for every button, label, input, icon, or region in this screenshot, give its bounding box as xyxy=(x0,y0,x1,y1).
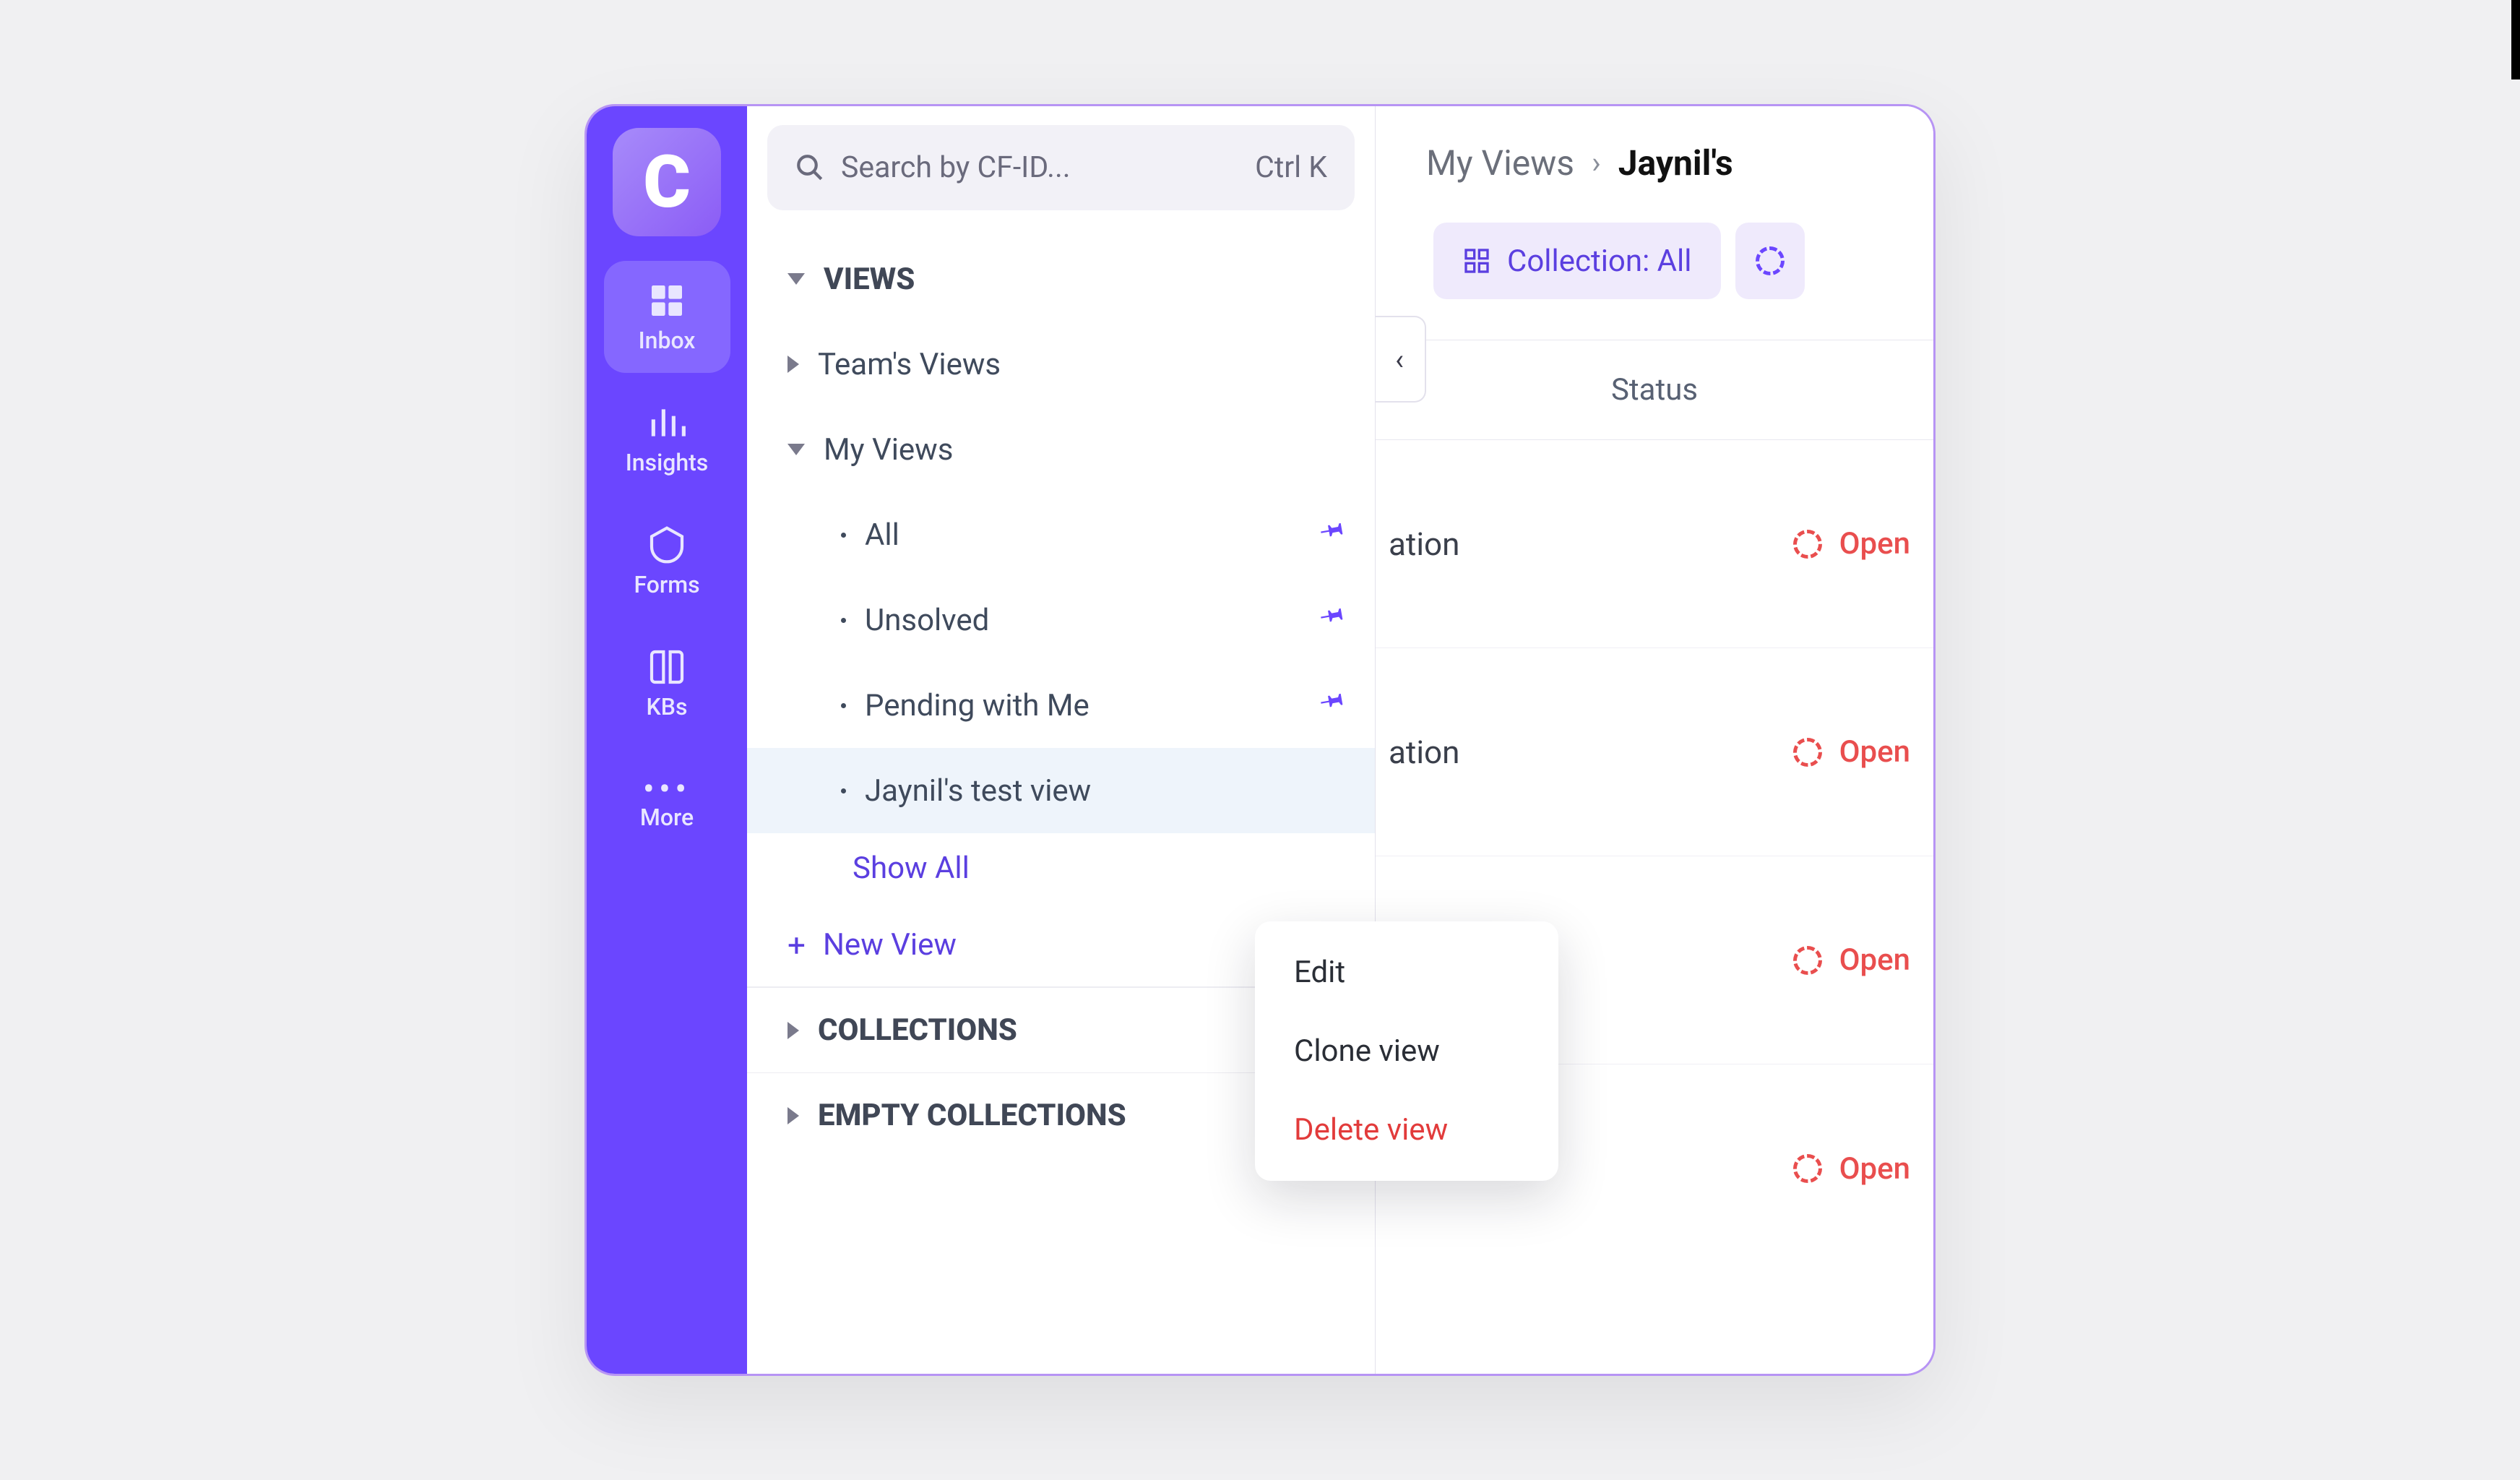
filter-bar: Collection: All xyxy=(1376,184,1933,299)
status-circle-icon xyxy=(1793,530,1822,559)
view-item-all[interactable]: All xyxy=(747,492,1375,577)
bullet-icon xyxy=(841,533,846,538)
kbs-icon xyxy=(647,647,687,687)
chevron-down-icon xyxy=(788,273,805,285)
tree-label: My Views xyxy=(824,432,1346,468)
sidebar-panel: Search by CF-ID... Ctrl K VIEWS Team's V… xyxy=(747,106,1376,1374)
nav-item-inbox[interactable]: Inbox xyxy=(604,261,730,373)
status-label: Open xyxy=(1839,734,1910,770)
nav-label: Forms xyxy=(634,571,699,598)
chevron-right-icon xyxy=(788,1107,799,1124)
inbox-icon xyxy=(647,280,687,321)
search-placeholder: Search by CF-ID... xyxy=(841,150,1239,185)
view-item-unsolved[interactable]: Unsolved xyxy=(747,577,1375,663)
show-all-link[interactable]: Show All xyxy=(747,833,1375,903)
status-circle-icon xyxy=(1793,946,1822,975)
status-cell[interactable]: Open xyxy=(1793,526,1910,562)
status-cell[interactable]: Open xyxy=(1793,734,1910,770)
bullet-icon xyxy=(841,788,846,793)
chevron-right-icon xyxy=(788,1022,799,1039)
nav-item-forms[interactable]: Forms xyxy=(604,505,730,617)
breadcrumb-parent[interactable]: My Views xyxy=(1426,142,1574,184)
menu-item-delete[interactable]: Delete view xyxy=(1255,1090,1558,1169)
nav-item-insights[interactable]: Insights xyxy=(604,383,730,495)
row-text: ation xyxy=(1376,525,1793,563)
status-cell[interactable]: Open xyxy=(1793,942,1910,978)
section-views[interactable]: VIEWS xyxy=(747,236,1375,322)
search-shortcut: Ctrl K xyxy=(1255,150,1327,185)
view-item-pending-with-me[interactable]: Pending with Me xyxy=(747,663,1375,748)
nav-item-more[interactable]: ••• More xyxy=(604,749,730,861)
status-label: Open xyxy=(1839,526,1910,562)
menu-item-clone[interactable]: Clone view xyxy=(1255,1012,1558,1090)
nav-label: Inbox xyxy=(639,327,696,354)
tree-item-my-views[interactable]: My Views xyxy=(747,407,1375,492)
nav-label: Insights xyxy=(626,449,709,476)
status-label: Open xyxy=(1839,942,1910,978)
pin-icon[interactable] xyxy=(1319,603,1346,638)
nav-rail: C Inbox Insights Forms KBs xyxy=(587,106,747,1374)
bullet-icon xyxy=(841,703,846,708)
status-circle-icon xyxy=(1793,1154,1822,1183)
table-row[interactable]: ation Open xyxy=(1376,440,1933,648)
status-label: Open xyxy=(1839,1151,1910,1187)
pin-icon[interactable] xyxy=(1319,688,1346,723)
chevron-down-icon xyxy=(788,444,805,455)
status-circle-icon xyxy=(1756,246,1785,275)
app-logo[interactable]: C xyxy=(613,128,721,236)
table-row[interactable]: ation Open xyxy=(1376,648,1933,856)
column-header-status[interactable]: Status xyxy=(1376,340,1933,440)
view-item-jaynils-test-view[interactable]: Jaynil's test view xyxy=(747,748,1375,833)
status-cell[interactable]: Open xyxy=(1793,1151,1910,1187)
filter-status[interactable] xyxy=(1735,223,1805,299)
search-icon xyxy=(795,152,825,183)
view-label: Unsolved xyxy=(865,603,1300,638)
search-input[interactable]: Search by CF-ID... Ctrl K xyxy=(767,125,1355,210)
insights-icon xyxy=(647,403,687,443)
view-label: Jaynil's test view xyxy=(865,773,1346,809)
forms-icon xyxy=(647,525,687,565)
chevron-right-icon: › xyxy=(1592,145,1601,181)
chevron-left-icon: ‹ xyxy=(1395,343,1404,377)
section-label: VIEWS xyxy=(824,262,1346,297)
filter-label: Collection: All xyxy=(1507,244,1692,279)
breadcrumb: My Views › Jaynil's xyxy=(1376,106,1933,184)
app-window: C Inbox Insights Forms KBs xyxy=(584,104,1936,1376)
status-circle-icon xyxy=(1793,738,1822,767)
breadcrumb-current: Jaynil's xyxy=(1618,142,1733,184)
nav-item-kbs[interactable]: KBs xyxy=(604,627,730,739)
bullet-icon xyxy=(841,618,846,623)
nav-label: More xyxy=(640,804,694,831)
view-label: All xyxy=(865,517,1300,553)
context-menu: Edit Clone view Delete view xyxy=(1255,921,1558,1181)
collapse-sidebar-button[interactable]: ‹ xyxy=(1376,316,1426,403)
view-label: Pending with Me xyxy=(865,688,1300,723)
tree-label: Team's Views xyxy=(818,347,1346,382)
logo-letter: C xyxy=(643,140,691,225)
row-text: ation xyxy=(1376,733,1793,771)
tree-item-teams-views[interactable]: Team's Views xyxy=(747,322,1375,407)
chevron-right-icon xyxy=(788,356,799,373)
nav-label: KBs xyxy=(647,693,688,720)
new-view-label: New View xyxy=(823,927,957,963)
pin-icon[interactable] xyxy=(1319,517,1346,553)
menu-item-edit[interactable]: Edit xyxy=(1255,933,1558,1012)
collection-icon xyxy=(1462,246,1491,275)
main-content: ‹ My Views › Jaynil's Collection: All St… xyxy=(1376,106,1933,1374)
more-icon: ••• xyxy=(643,780,691,798)
filter-collection[interactable]: Collection: All xyxy=(1433,223,1721,299)
plus-icon: + xyxy=(788,926,806,964)
